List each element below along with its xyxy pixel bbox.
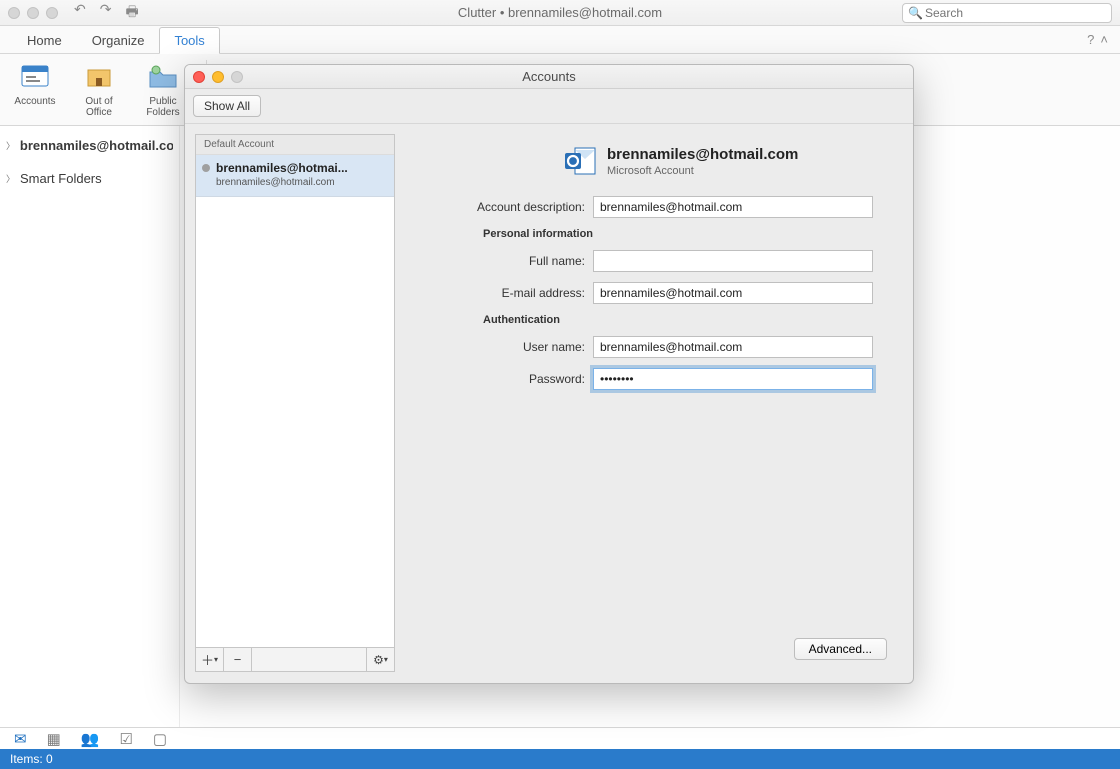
disclosure-icon: 〉 [6,172,16,185]
tab-organize[interactable]: Organize [77,27,160,53]
add-account-button[interactable]: ＋▾ [196,648,224,671]
user-name-label: User name: [423,340,593,354]
outlook-icon [563,144,597,178]
accounts-window-title: Accounts [522,69,575,84]
help-controls: ? ˄ [1087,32,1108,47]
remove-account-button[interactable]: − [224,648,252,671]
account-detail-pane: brennamiles@hotmail.com Microsoft Accoun… [407,134,903,672]
accounts-window: Accounts Show All Default Account brenna… [184,64,914,684]
collapse-ribbon-icon[interactable]: ˄ [1100,32,1108,47]
public-folders-icon [146,60,180,94]
authentication-section: Authentication [483,314,887,326]
account-header: brennamiles@hotmail.com Microsoft Accoun… [563,144,887,178]
account-list: Default Account brennamiles@hotmai... br… [195,134,395,672]
accounts-titlebar: Accounts [185,65,913,89]
status-dot-icon [202,164,210,172]
password-label: Password: [423,372,593,386]
sidebar-item-account[interactable]: 〉 brennamiles@hotmail.co [0,134,179,157]
tasks-view-icon[interactable]: ☑ [119,730,132,748]
title-bar: ↶ ↷ 🖶 Clutter • brennamiles@hotmail.com … [0,0,1120,26]
email-field[interactable] [593,282,873,304]
minimize-icon[interactable] [212,71,224,83]
password-field[interactable] [593,368,873,390]
search-box: 🔍 [902,3,1112,23]
public-folders-button[interactable]: Public Folders [138,60,188,118]
account-item-subtitle: brennamiles@hotmail.com [216,177,386,188]
sidebar-account-label: brennamiles@hotmail.co [20,138,173,153]
account-list-header: Default Account [196,135,394,155]
account-settings-button[interactable]: ⚙▾ [366,648,394,671]
folder-sidebar: 〉 brennamiles@hotmail.co 〉 Smart Folders [0,126,180,727]
out-of-office-icon [82,60,116,94]
notes-view-icon[interactable]: ▢ [153,730,167,748]
window-controls [8,7,58,19]
calendar-view-icon[interactable]: ▦ [47,730,61,748]
status-bar: Items: 0 [0,749,1120,769]
description-field[interactable] [593,196,873,218]
window-title: Clutter • brennamiles@hotmail.com [458,5,662,20]
undo-icon[interactable]: ↶ [74,1,86,25]
user-name-field[interactable] [593,336,873,358]
tab-tools[interactable]: Tools [159,27,219,54]
full-name-field[interactable] [593,250,873,272]
account-list-footer: ＋▾ − ⚙▾ [196,647,394,671]
people-view-icon[interactable]: 👥 [81,730,100,748]
sidebar-smart-folders-label: Smart Folders [20,171,102,186]
close-icon[interactable] [193,71,205,83]
accounts-button[interactable]: Accounts [10,60,60,107]
mail-view-icon[interactable]: ✉ [14,730,27,748]
full-name-label: Full name: [423,254,593,268]
ribbon-tabs: Home Organize Tools [0,26,1120,54]
public-folders-label: Public Folders [146,96,179,118]
sidebar-item-smart-folders[interactable]: 〉 Smart Folders [0,167,179,190]
zoom-icon [231,71,243,83]
zoom-icon[interactable] [46,7,58,19]
tab-home[interactable]: Home [12,27,77,53]
out-of-office-button[interactable]: Out of Office [74,60,124,118]
advanced-button[interactable]: Advanced... [794,638,887,660]
status-items: Items: 0 [10,752,53,766]
account-type-label: Microsoft Account [607,165,798,177]
minimize-icon[interactable] [27,7,39,19]
print-icon[interactable]: 🖶 [125,1,138,25]
show-all-button[interactable]: Show All [193,95,261,117]
redo-icon[interactable]: ↷ [100,1,112,25]
view-switcher: ✉ ▦ 👥 ☑ ▢ [0,727,1120,749]
personal-info-section: Personal information [483,228,887,240]
description-label: Account description: [423,200,593,214]
email-label: E-mail address: [423,286,593,300]
search-icon: 🔍 [908,6,923,20]
accounts-icon [18,60,52,94]
account-item-title: brennamiles@hotmai... [216,161,386,175]
out-of-office-label: Out of Office [85,96,112,118]
disclosure-icon: 〉 [6,139,16,152]
help-icon[interactable]: ? [1087,32,1094,47]
close-icon[interactable] [8,7,20,19]
account-list-item[interactable]: brennamiles@hotmai... brennamiles@hotmai… [196,155,394,197]
accounts-label: Accounts [14,96,55,107]
account-email-heading: brennamiles@hotmail.com [607,146,798,163]
accounts-toolbar: Show All [185,89,913,124]
quick-toolbar: ↶ ↷ 🖶 [74,1,139,25]
search-input[interactable] [902,3,1112,23]
